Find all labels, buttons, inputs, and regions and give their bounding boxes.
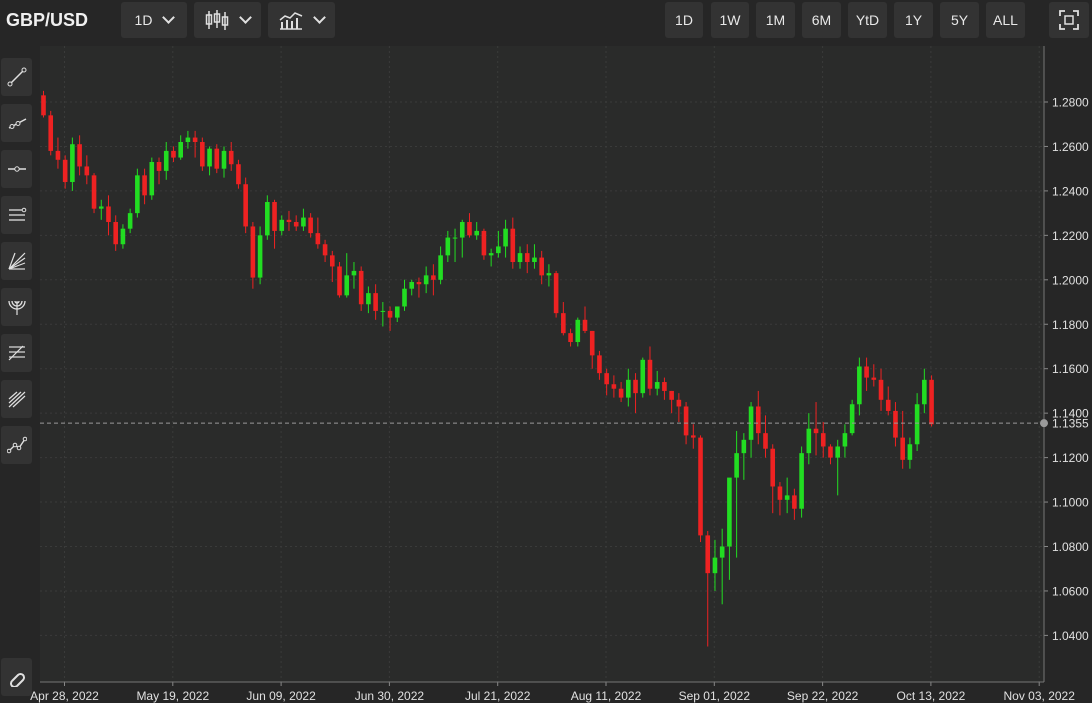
indicators-dropdown[interactable] bbox=[268, 2, 335, 38]
parallel-channel-icon bbox=[8, 207, 26, 221]
ray-icon bbox=[8, 118, 26, 129]
fullscreen-button[interactable] bbox=[1049, 2, 1089, 38]
pitchfork-icon bbox=[8, 391, 25, 408]
horizontal-line-tool[interactable] bbox=[1, 150, 32, 188]
range-button-5y[interactable]: 5Y bbox=[940, 2, 979, 38]
trend-line-tool[interactable] bbox=[1, 58, 32, 96]
fib-arcs-icon bbox=[7, 300, 26, 315]
x-tick-label: Aug 11, 2022 bbox=[571, 689, 642, 703]
horizontal-line-icon bbox=[7, 166, 26, 172]
interval-label: 1D bbox=[134, 12, 153, 28]
fib-arcs-tool[interactable] bbox=[1, 288, 32, 326]
chevron-down-icon bbox=[313, 11, 326, 24]
parallel-channel-tool[interactable] bbox=[1, 196, 32, 234]
interval-dropdown[interactable]: 1D bbox=[121, 2, 187, 38]
range-button-6m[interactable]: 6M bbox=[802, 2, 841, 38]
chevron-down-icon bbox=[239, 11, 252, 24]
price-axis[interactable] bbox=[1044, 46, 1092, 682]
indicators-icon bbox=[279, 12, 303, 30]
drawing-tools-sidebar bbox=[0, 46, 40, 703]
range-button-1y[interactable]: 1Y bbox=[894, 2, 933, 38]
chart-type-dropdown[interactable] bbox=[194, 2, 261, 38]
fib-fan-icon bbox=[7, 252, 25, 270]
trend-line-icon bbox=[7, 67, 26, 87]
polyline-tool[interactable] bbox=[1, 426, 32, 464]
x-tick-label: Oct 13, 2022 bbox=[897, 689, 966, 703]
range-button-all[interactable]: ALL bbox=[986, 2, 1025, 38]
x-tick-label: Jun 09, 2022 bbox=[246, 689, 316, 703]
range-button-1d[interactable]: 1D bbox=[665, 2, 703, 38]
range-button-1m[interactable]: 1M bbox=[756, 2, 795, 38]
symbol-title: GBP/USD bbox=[6, 10, 89, 30]
x-tick-label: Apr 28, 2022 bbox=[30, 689, 99, 703]
x-tick-label: Jul 21, 2022 bbox=[465, 689, 531, 703]
x-tick-label: Nov 03, 2022 bbox=[1004, 689, 1076, 703]
polyline-icon bbox=[6, 436, 27, 454]
candlestick-icon bbox=[205, 10, 229, 30]
range-button-1w[interactable]: 1W bbox=[711, 2, 749, 38]
fullscreen-icon bbox=[1059, 10, 1079, 30]
fib-fan-tool[interactable] bbox=[1, 242, 32, 280]
fib-retracement-icon bbox=[8, 345, 25, 361]
x-tick-label: Sep 01, 2022 bbox=[679, 689, 751, 703]
pitchfork-tool[interactable] bbox=[1, 380, 32, 418]
range-button-ytd[interactable]: YtD bbox=[848, 2, 887, 38]
toolbar: GBP/USD 1D 1D 1W 1M 6M YtD 1Y 5Y ALL bbox=[0, 0, 1092, 46]
magnet-icon bbox=[9, 672, 25, 687]
fib-retracement-tool[interactable] bbox=[1, 334, 32, 372]
x-tick-label: Sep 22, 2022 bbox=[787, 689, 859, 703]
chart-plot-area[interactable] bbox=[40, 46, 1044, 682]
magnet-tool[interactable] bbox=[1, 658, 32, 696]
chevron-down-icon bbox=[162, 11, 176, 24]
ray-tool[interactable] bbox=[1, 104, 32, 142]
x-tick-label: May 19, 2022 bbox=[136, 689, 209, 703]
x-tick-label: Jun 30, 2022 bbox=[355, 689, 425, 703]
